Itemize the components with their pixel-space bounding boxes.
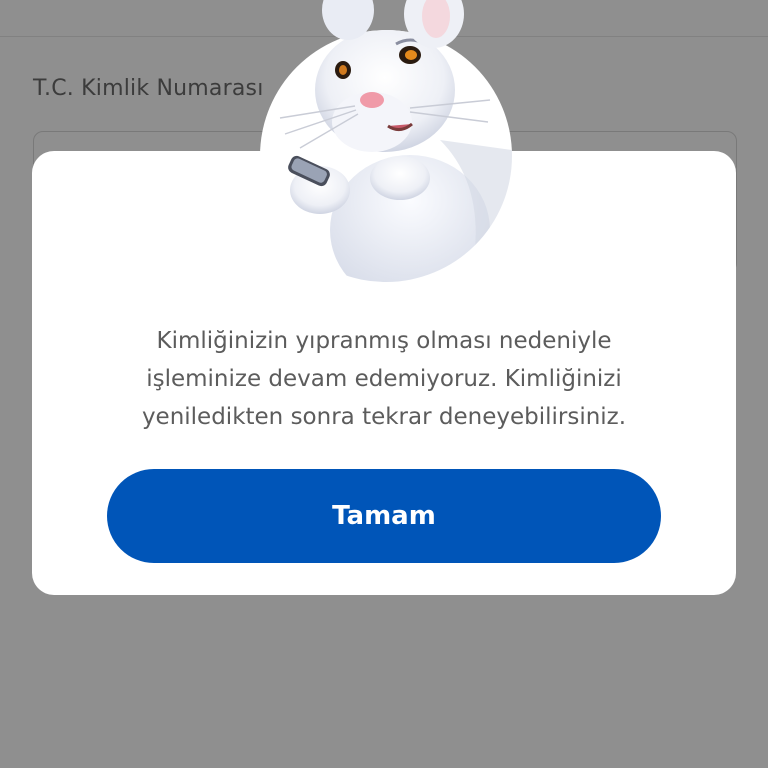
mascot-image xyxy=(260,30,512,282)
error-message-line-3: yeniledikten sonra tekrar deneyebilirsin… xyxy=(141,404,627,430)
error-message-line-2: işleminize devam edemiyoruz. Kimliğinizi xyxy=(146,366,622,392)
ok-button[interactable]: Tamam xyxy=(107,469,661,563)
error-message: Kimliğinizin yıpranmış olması nedeniyle … xyxy=(32,322,736,436)
mascot-ears xyxy=(316,0,476,60)
error-message-line-1: Kimliğinizin yıpranmış olması nedeniyle xyxy=(156,328,612,354)
rabbit-ears-icon xyxy=(322,0,464,48)
screen: T.C. Kimlik Numarası Kimliğinizin yıpran… xyxy=(0,0,768,768)
rabbit-mascot-icon xyxy=(279,30,512,282)
